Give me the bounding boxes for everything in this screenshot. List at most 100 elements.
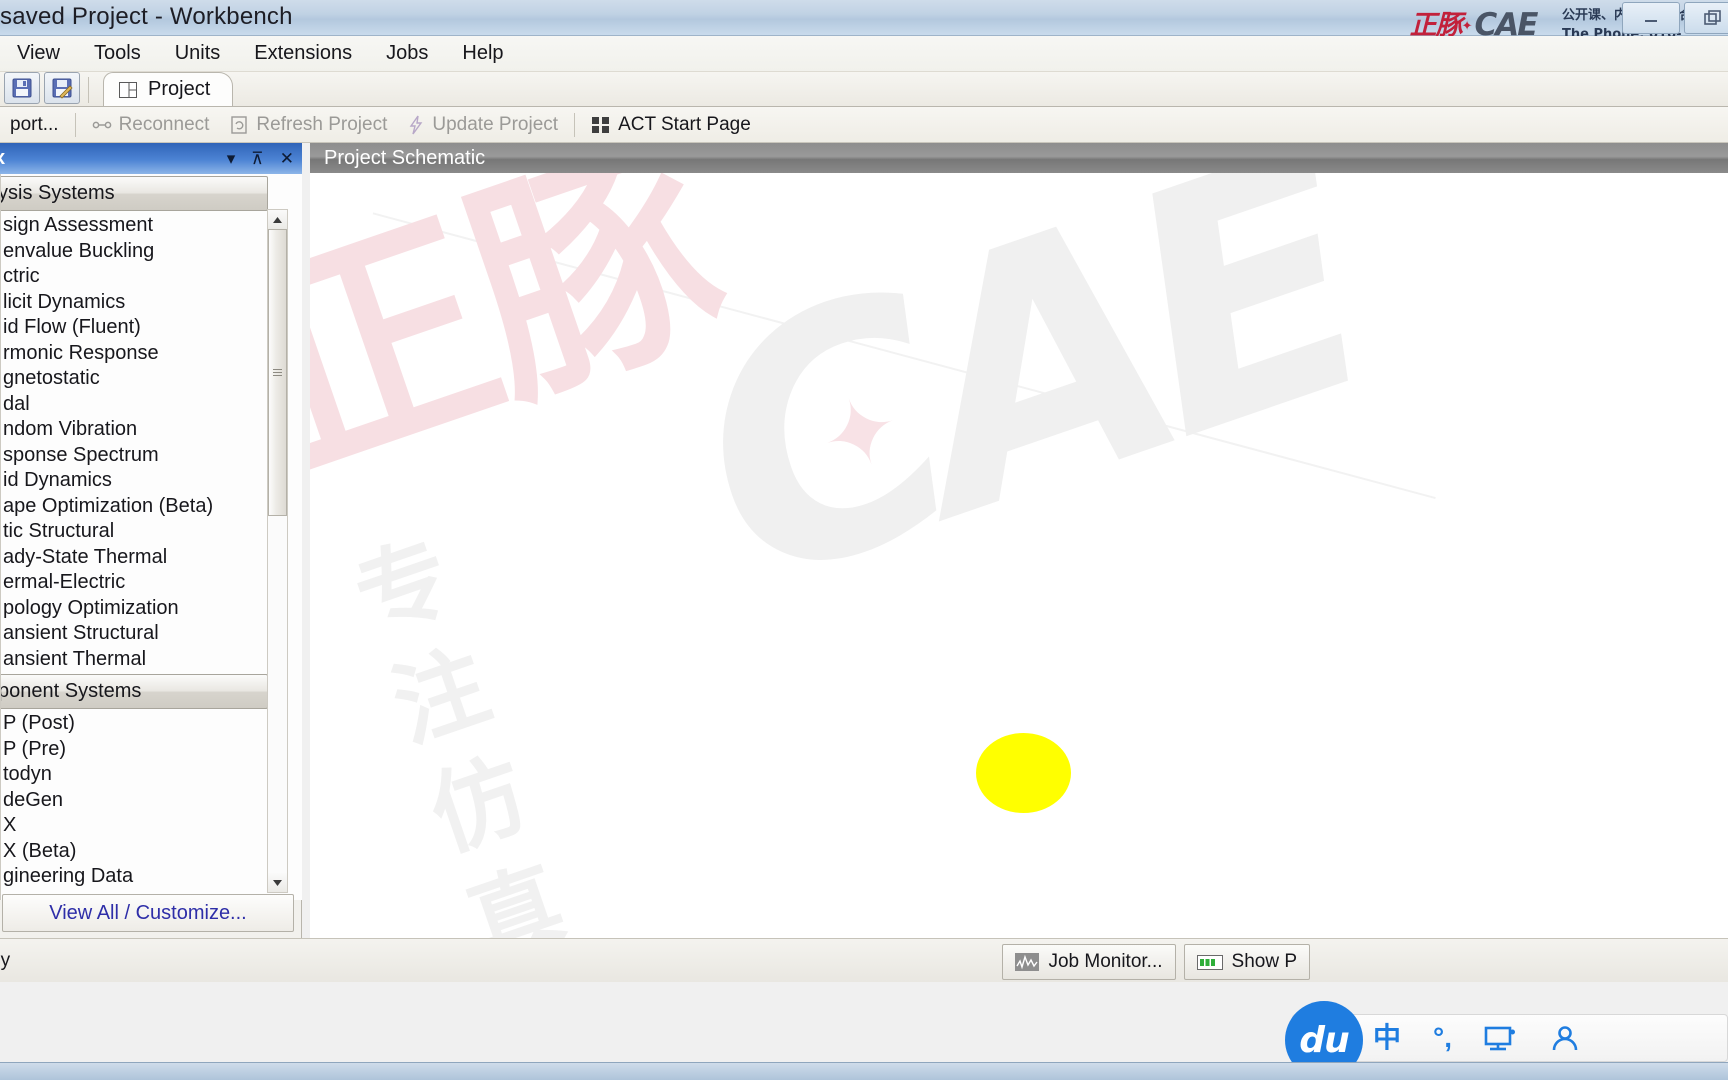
status-text: dy — [0, 949, 11, 971]
toolbox-item[interactable]: sponse Spectrum — [1, 443, 302, 469]
toolbox-item[interactable]: gnetostatic — [1, 366, 302, 392]
status-bar: dy Job Monitor... Show P — [0, 938, 1728, 982]
lightning-icon — [410, 115, 423, 134]
maximize-button[interactable] — [1684, 2, 1728, 34]
toolbox-item[interactable]: X (Beta) — [1, 839, 302, 865]
close-icon[interactable]: ✕ — [280, 150, 294, 167]
user-icon — [1552, 1026, 1578, 1051]
toolbox-item[interactable]: pology Optimization — [1, 596, 302, 622]
chart-wave-icon — [1015, 953, 1040, 971]
tab-project-label: Project — [148, 78, 211, 100]
toolbox-item[interactable]: ady-State Thermal — [1, 545, 302, 571]
toolbar-separator-2 — [74, 112, 76, 137]
toolbox-panel: x ▾ ⊼ ✕ ysis Systems sign Assessment env… — [0, 143, 302, 938]
toolbox-item[interactable]: id Flow (Fluent) — [1, 315, 302, 341]
reconnect-icon — [92, 121, 111, 128]
menu-item-tools[interactable]: Tools — [77, 39, 158, 68]
toolbox-item[interactable]: rmonic Response — [1, 341, 302, 367]
import-button[interactable]: port... — [0, 110, 69, 140]
toolbar-separator — [88, 77, 89, 103]
tab-strip: Project — [0, 72, 1728, 107]
toolbox-item[interactable]: ansient Structural — [1, 621, 302, 647]
project-schematic-header: Project Schematic — [310, 143, 1728, 173]
minimize-button[interactable] — [1622, 2, 1680, 34]
taskbar-strip — [0, 1062, 1728, 1080]
update-project-label: Update Project — [432, 113, 559, 135]
job-monitor-button[interactable]: Job Monitor... — [1002, 944, 1176, 980]
project-schematic-panel: Project Schematic 正豚 CAE ✦ 专注仿真前沿工程应用 — [310, 143, 1728, 938]
watermark: 正豚 CAE ✦ 专注仿真前沿工程应用 — [310, 173, 1728, 938]
menu-item-jobs[interactable]: Jobs — [369, 39, 445, 68]
watermark-star-icon: ✦ — [807, 373, 914, 495]
save-button[interactable] — [4, 72, 40, 104]
import-label: port... — [10, 113, 59, 135]
ime-toolbar[interactable]: du 中 °, — [1285, 1001, 1728, 1079]
tab-project[interactable]: Project — [103, 72, 234, 106]
window-title: saved Project - Workbench — [0, 3, 293, 30]
watermark-name-en: CAE — [651, 173, 1398, 660]
maximize-icon — [1704, 10, 1721, 25]
toolbox-item[interactable]: ermal-Electric — [1, 570, 302, 596]
grid-squares-icon — [592, 116, 610, 133]
save-icon — [12, 78, 32, 98]
ime-input-mode-button[interactable]: 中 — [1373, 1024, 1401, 1052]
toolbox-group-analysis-systems[interactable]: ysis Systems — [1, 176, 268, 211]
reconnect-label: Reconnect — [118, 113, 210, 135]
schematic-canvas[interactable]: 正豚 CAE ✦ 专注仿真前沿工程应用 — [310, 173, 1728, 938]
toolbox-item[interactable]: licit Dynamics — [1, 290, 302, 316]
watermark-line — [372, 212, 1436, 500]
toolbox-item[interactable]: deGen — [1, 788, 302, 814]
view-all-customize-button[interactable]: View All / Customize... — [2, 894, 294, 932]
ime-user-button[interactable] — [1550, 1024, 1580, 1052]
brand-star-icon: ✦ — [1461, 17, 1473, 33]
toolbox-item[interactable]: P (Post) — [1, 711, 302, 737]
workbench-window: saved Project - Workbench 正豚 ✦ CAE 专注仿真前… — [0, 0, 1728, 1080]
menu-item-units[interactable]: Units — [158, 39, 238, 68]
toolbox-item[interactable]: ctric — [1, 264, 302, 290]
refresh-project-button[interactable]: Refresh Project — [219, 110, 397, 140]
toolbox-item[interactable]: X — [1, 813, 302, 839]
menu-item-extensions[interactable]: Extensions — [237, 39, 369, 68]
watermark-name-cn: 正豚 — [310, 173, 748, 519]
project-toolbar: port... Reconnect Refresh Project Update… — [0, 107, 1728, 143]
act-start-page-button[interactable]: ACT Start Page — [581, 110, 761, 140]
watermark-tagline: 专注仿真前沿工程应用 — [342, 520, 583, 938]
toolbox-item[interactable]: id Dynamics — [1, 468, 302, 494]
update-project-button[interactable]: Update Project — [397, 110, 568, 140]
toolbox-item[interactable]: envalue Buckling — [1, 239, 302, 265]
scroll-up-arrow-icon[interactable] — [268, 210, 287, 229]
scrollbar-thumb[interactable] — [268, 229, 287, 516]
toolbox-item[interactable]: ape Optimization (Beta) — [1, 494, 302, 520]
toolbox-title: x — [0, 147, 5, 170]
act-start-page-label: ACT Start Page — [618, 113, 751, 135]
window-controls — [1622, 2, 1728, 34]
page-title: Project Schematic — [324, 146, 486, 169]
toolbox-item[interactable]: P (Pre) — [1, 737, 302, 763]
pin-icon[interactable]: ⊼ — [251, 150, 263, 167]
toolbox-item[interactable]: tic Structural — [1, 519, 302, 545]
show-progress-button[interactable]: Show P — [1183, 944, 1310, 980]
chevron-down-icon[interactable]: ▾ — [227, 150, 236, 167]
reconnect-button[interactable]: Reconnect — [82, 110, 220, 140]
toolbox-item[interactable]: gineering Data — [1, 864, 302, 890]
title-bar: saved Project - Workbench 正豚 ✦ CAE 专注仿真前… — [0, 0, 1728, 61]
toolbox-scrollbar[interactable] — [267, 209, 288, 893]
toolbar-separator-3 — [574, 112, 576, 137]
toolbox-item[interactable]: ndom Vibration — [1, 417, 302, 443]
menu-item-view[interactable]: View — [0, 39, 77, 68]
scrollbar-grip-icon — [273, 367, 282, 378]
project-layout-icon — [119, 81, 137, 98]
scroll-down-arrow-icon[interactable] — [268, 873, 287, 892]
ime-keyboard-button[interactable] — [1484, 1024, 1518, 1052]
toolbox-item[interactable]: dal — [1, 392, 302, 418]
menu-bar: View Tools Units Extensions Jobs Help — [0, 36, 1728, 72]
toolbox-item[interactable]: todyn — [1, 762, 302, 788]
toolbox-group-component-systems[interactable]: ponent Systems — [1, 674, 268, 709]
show-progress-label: Show P — [1231, 951, 1297, 972]
save-as-button[interactable] — [44, 72, 80, 104]
toolbox-list[interactable]: ysis Systems sign Assessment envalue Buc… — [0, 174, 302, 900]
toolbox-item[interactable]: sign Assessment — [1, 213, 302, 239]
ime-punctuation-button[interactable]: °, — [1433, 1024, 1452, 1052]
toolbox-item[interactable]: ansient Thermal — [1, 647, 302, 673]
menu-item-help[interactable]: Help — [445, 39, 520, 68]
